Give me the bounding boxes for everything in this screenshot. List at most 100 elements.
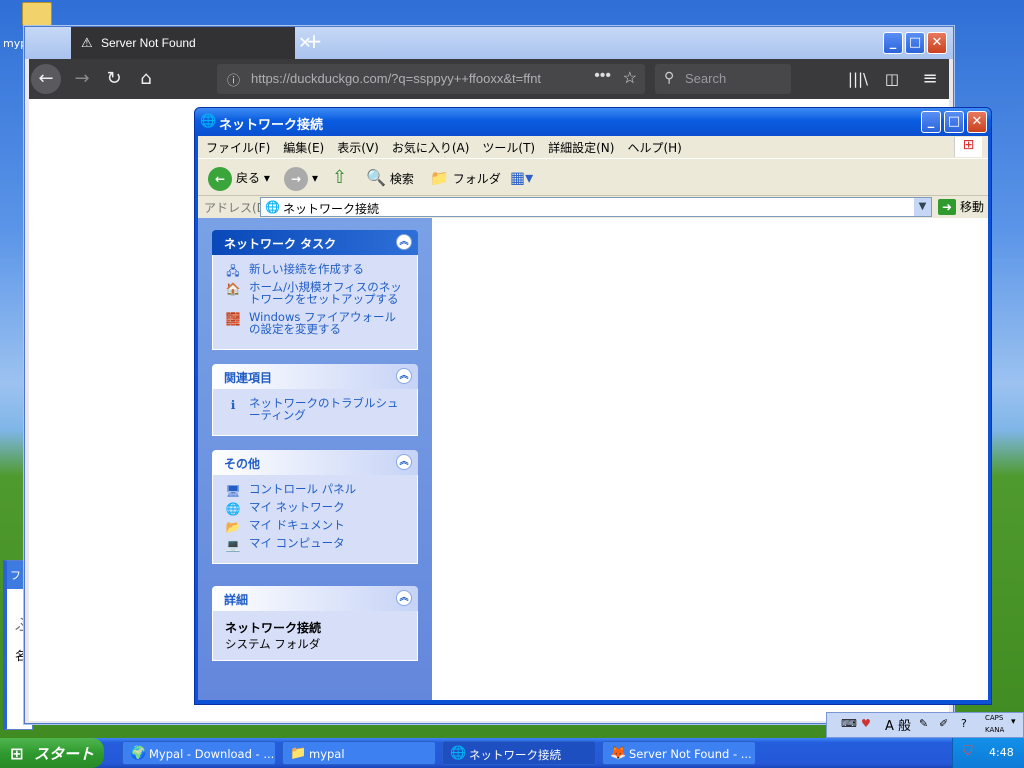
back-button[interactable]: ← 戻る ▾ bbox=[208, 166, 270, 191]
menu-icon[interactable]: ≡ bbox=[915, 64, 945, 94]
close-button[interactable]: ✕ bbox=[927, 32, 947, 54]
menu-favorites[interactable]: お気に入り(A) bbox=[392, 141, 470, 155]
details-name: ネットワーク接続 bbox=[225, 621, 322, 635]
panel-title: その他 bbox=[224, 457, 261, 471]
panel-header[interactable]: 関連項目 ︽ bbox=[212, 364, 418, 389]
taskbar-button-network-connections[interactable]: 🌐 ネットワーク接続 bbox=[442, 741, 596, 765]
panel-header[interactable]: 詳細 ︽ bbox=[212, 586, 418, 611]
explorer-body: ネットワーク タスク ︽ 🖧 新しい接続を作成する 🏠 ホーム/小規模オフィスのネット… bbox=[198, 218, 988, 700]
taskbar-button-mypal-download[interactable]: 🌍 Mypal - Download - ... bbox=[122, 741, 276, 765]
panel-header[interactable]: ネットワーク タスク ︽ bbox=[212, 230, 418, 255]
details-type: システム フォルダ bbox=[225, 637, 321, 651]
task-setup-home-network[interactable]: 🏠 ホーム/小規模オフィスのネットワークをセットアップする bbox=[225, 281, 407, 305]
bookmark-star-icon[interactable]: ☆ bbox=[623, 68, 637, 88]
reload-button[interactable]: ↻ bbox=[99, 64, 129, 94]
taskbar-button-label: Server Not Found - ... bbox=[629, 747, 752, 761]
place-my-documents[interactable]: 📂 マイ ドキュメント bbox=[225, 519, 407, 534]
library-icon[interactable]: |||\ bbox=[843, 64, 873, 94]
info-icon: ℹ bbox=[230, 398, 236, 412]
sidebar-icon[interactable]: ◫ bbox=[877, 64, 907, 94]
caps-indicator: CAPS bbox=[985, 714, 1004, 722]
my-documents-icon: 📂 bbox=[225, 520, 241, 534]
back-arrow-icon: ← bbox=[208, 166, 232, 191]
ime-icon[interactable]: ♥ bbox=[861, 717, 871, 730]
tab-strip: ⚠ Server Not Found ✕ + _ □ ✕ bbox=[25, 27, 953, 59]
menu-edit[interactable]: 編集(E) bbox=[283, 141, 324, 155]
tool-icon[interactable]: ✐ bbox=[939, 717, 948, 730]
task-pane: ネットワーク タスク ︽ 🖧 新しい接続を作成する 🏠 ホーム/小規模オフィスのネット… bbox=[198, 218, 432, 700]
keyboard-icon[interactable]: ⌨ bbox=[841, 717, 857, 730]
browser-icon: 🦊 bbox=[610, 746, 627, 761]
home-button[interactable]: ⌂ bbox=[131, 64, 161, 94]
home-network-icon: 🏠 bbox=[225, 282, 241, 296]
url-bar[interactable]: ⓘ https://duckduckgo.com/?q=ssppyy++ffoo… bbox=[217, 64, 645, 94]
help-icon[interactable]: ? bbox=[961, 717, 967, 730]
window-title: ネットワーク接続 bbox=[219, 118, 324, 133]
go-button[interactable]: ➜ 移動 bbox=[938, 198, 984, 215]
views-button[interactable]: ▦▾ bbox=[510, 166, 533, 190]
menu-view[interactable]: 表示(V) bbox=[337, 141, 379, 155]
folders-button[interactable]: 📁 フォルダ bbox=[430, 166, 501, 190]
windows-logo-icon: ⊞ bbox=[10, 744, 24, 763]
menu-advanced[interactable]: 詳細設定(N) bbox=[548, 141, 614, 155]
panel-title: ネットワーク タスク bbox=[224, 237, 337, 251]
search-placeholder: Search bbox=[685, 71, 727, 86]
up-folder-button[interactable]: ⇧ bbox=[332, 166, 347, 190]
taskbar-button-mypal-folder[interactable]: 📁 mypal bbox=[282, 741, 436, 765]
forward-button[interactable]: → bbox=[67, 64, 97, 94]
chevron-down-icon[interactable]: ▼ bbox=[914, 198, 931, 216]
folder-icon: 📁 bbox=[290, 746, 307, 761]
collapse-icon[interactable]: ︽ bbox=[396, 368, 412, 384]
forward-button[interactable]: → ▾ bbox=[284, 166, 318, 191]
place-label: コントロール パネル bbox=[249, 482, 357, 496]
search-box[interactable]: ⚲ Search bbox=[655, 64, 791, 94]
task-firewall-settings[interactable]: 🧱 Windows ファイアウォールの設定を変更する bbox=[225, 311, 407, 335]
start-button[interactable]: ⊞ スタート bbox=[0, 738, 104, 768]
tab-server-not-found[interactable]: ⚠ Server Not Found ✕ bbox=[71, 27, 312, 59]
page-actions-icon[interactable]: ••• bbox=[594, 67, 611, 85]
search-icon: 🔍 bbox=[366, 168, 386, 187]
address-value: ネットワーク接続 bbox=[283, 202, 380, 216]
place-control-panel[interactable]: 🖥 コントロール パネル bbox=[225, 482, 407, 498]
back-label: 戻る bbox=[236, 171, 261, 185]
place-my-computer[interactable]: 💻 マイ コンピュータ bbox=[225, 537, 407, 552]
url-text: https://duckduckgo.com/?q=ssppyy++ffooxx… bbox=[251, 71, 542, 86]
ime-mode[interactable]: A 般 bbox=[885, 715, 911, 734]
info-icon[interactable]: ⓘ bbox=[227, 70, 240, 89]
browser-icon: 🌍 bbox=[130, 746, 147, 761]
minimize-button[interactable]: _ bbox=[921, 111, 941, 133]
related-troubleshoot[interactable]: ℹ ネットワークのトラブルシューティング bbox=[225, 397, 407, 421]
menu-file[interactable]: ファイル(F) bbox=[206, 141, 270, 155]
minimize-button[interactable]: _ bbox=[883, 32, 903, 54]
collapse-icon[interactable]: ︽ bbox=[396, 234, 412, 250]
ime-pad-icon[interactable]: ✎ bbox=[919, 717, 928, 730]
address-field[interactable]: 🌐 ネットワーク接続 ▼ bbox=[260, 197, 932, 217]
options-icon[interactable]: ▾ bbox=[1011, 717, 1016, 727]
file-list-area[interactable] bbox=[432, 218, 988, 700]
warning-icon: ⚠ bbox=[81, 35, 93, 50]
task-create-connection[interactable]: 🖧 新しい接続を作成する bbox=[225, 263, 407, 278]
my-network-icon: 🌐 bbox=[225, 502, 241, 516]
clock[interactable]: 4:48 bbox=[989, 746, 1014, 759]
new-tab-button[interactable]: + bbox=[303, 31, 325, 53]
maximize-button[interactable]: □ bbox=[944, 111, 964, 133]
back-button[interactable]: ← bbox=[31, 64, 61, 94]
language-bar: ⌨ ♥ A 般 ✎ ✐ ? CAPS KANA ▾ bbox=[826, 712, 1024, 738]
taskbar-button-label: ネットワーク接続 bbox=[469, 748, 561, 762]
search-button[interactable]: 🔍 検索 bbox=[366, 166, 414, 190]
firewall-icon: 🧱 bbox=[225, 312, 241, 326]
navigation-toolbar: ← → ↻ ⌂ ⓘ https://duckduckgo.com/?q=sspp… bbox=[29, 59, 949, 99]
panel-header[interactable]: その他 ︽ bbox=[212, 450, 418, 475]
maximize-button[interactable]: □ bbox=[905, 32, 925, 54]
kana-indicator: KANA bbox=[985, 726, 1005, 734]
menu-tools[interactable]: ツール(T) bbox=[482, 141, 535, 155]
close-button[interactable]: ✕ bbox=[967, 111, 987, 133]
collapse-icon[interactable]: ︽ bbox=[396, 454, 412, 470]
security-shield-icon[interactable]: ⛉ bbox=[963, 744, 973, 759]
network-connections-icon: 🌐 bbox=[200, 114, 217, 129]
collapse-icon[interactable]: ︽ bbox=[396, 590, 412, 606]
taskbar-button-server-not-found[interactable]: 🦊 Server Not Found - ... bbox=[602, 741, 756, 765]
explorer-titlebar[interactable]: 🌐 ネットワーク接続 _ □ ✕ bbox=[195, 108, 991, 136]
place-my-network[interactable]: 🌐 マイ ネットワーク bbox=[225, 501, 407, 516]
menu-help[interactable]: ヘルプ(H) bbox=[627, 141, 681, 155]
